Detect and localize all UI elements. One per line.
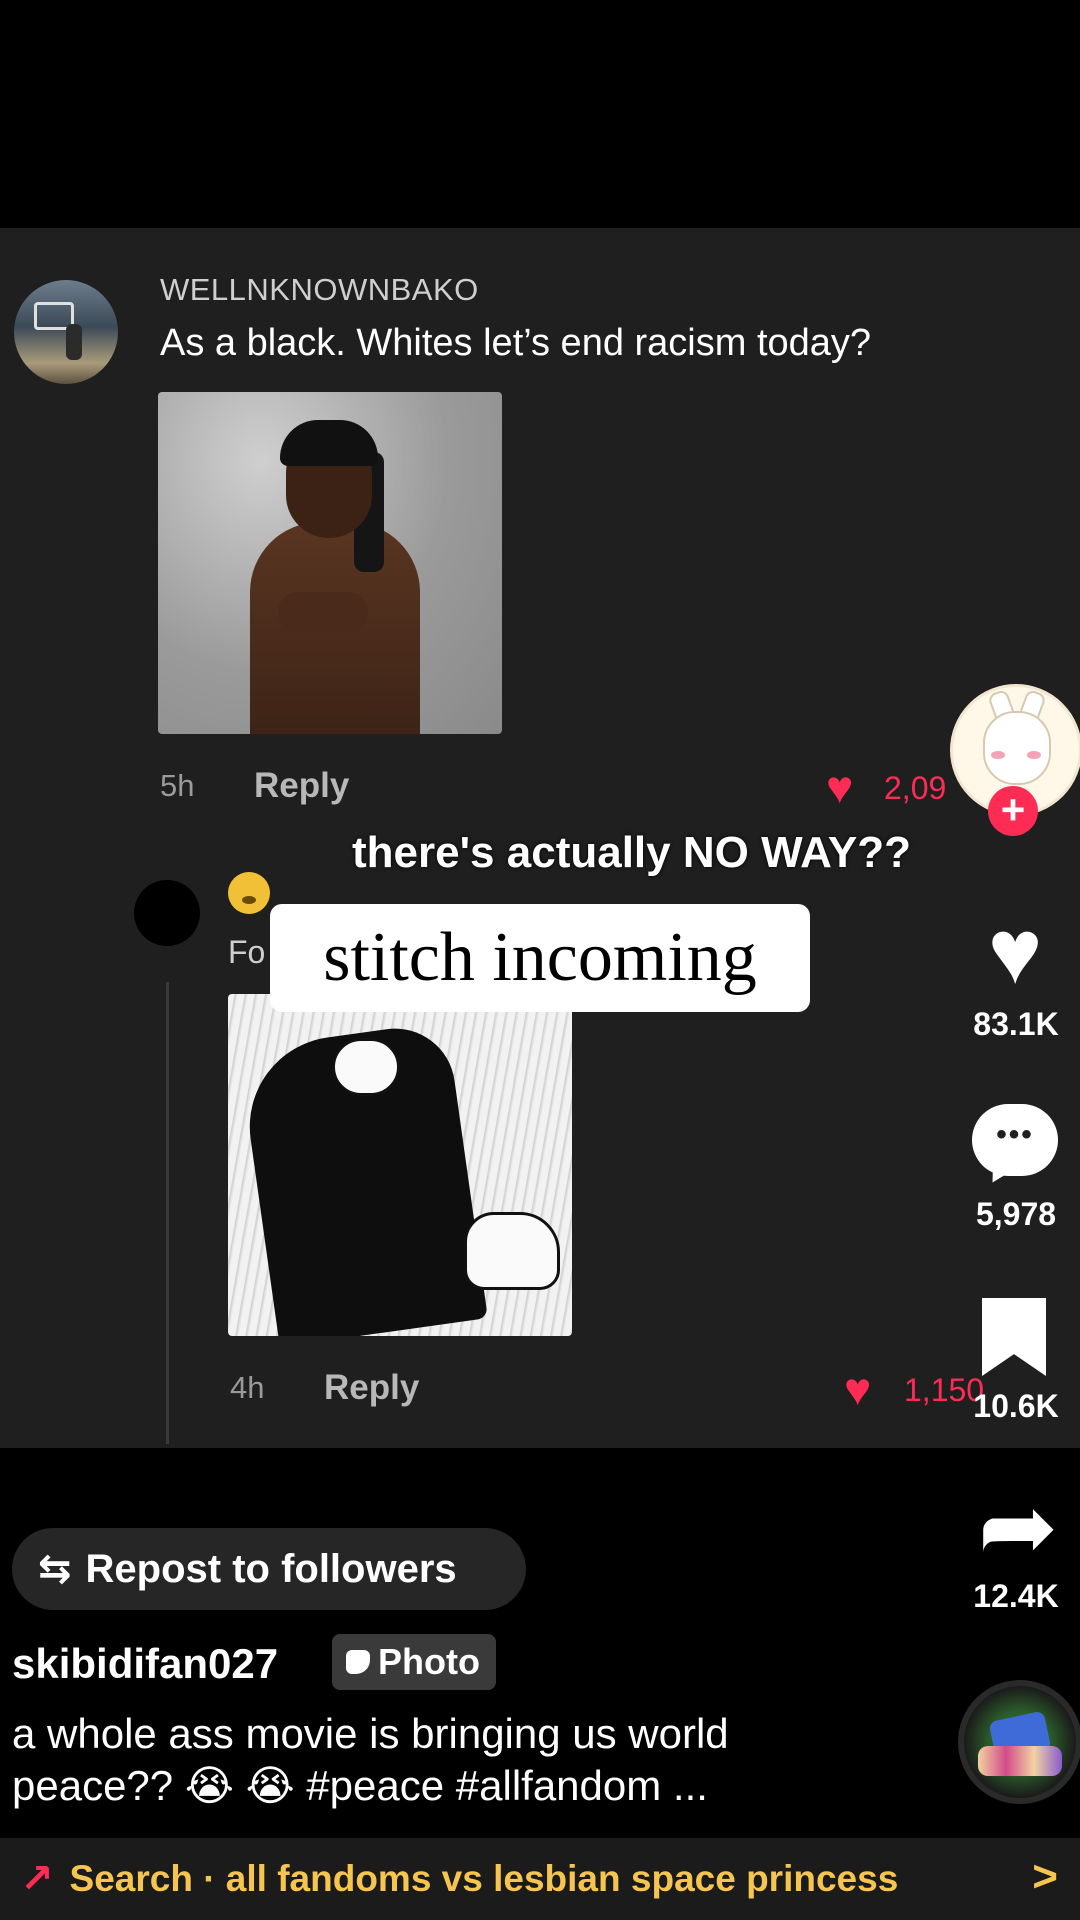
share-count: 12.4K bbox=[973, 1578, 1059, 1614]
repost-icon: ⇆ bbox=[38, 1547, 72, 1591]
emoji-face-icon bbox=[228, 872, 270, 914]
search-suggestion-bar[interactable]: ↗ Search · all fandoms vs lesbian space … bbox=[0, 1838, 1080, 1920]
reply-timestamp: 4h bbox=[230, 1370, 265, 1405]
comment-timestamp: 5h bbox=[160, 768, 195, 803]
trending-icon: ↗ bbox=[20, 1857, 54, 1901]
photo-badge-icon bbox=[346, 1650, 370, 1674]
share-arrow-icon[interactable]: ➦ bbox=[968, 1480, 1068, 1576]
repost-label: Repost to followers bbox=[85, 1546, 457, 1591]
comment-like-icon[interactable]: ♥ bbox=[826, 764, 853, 810]
comment-count: 5,978 bbox=[975, 1196, 1057, 1232]
reply-photo[interactable] bbox=[228, 994, 572, 1336]
reply-commenter-avatar[interactable] bbox=[134, 880, 200, 946]
reply-thread-line bbox=[166, 982, 169, 1444]
photo-badge: Photo bbox=[332, 1634, 496, 1690]
like-count: 83.1K bbox=[973, 1006, 1059, 1042]
photo-arm bbox=[278, 592, 368, 632]
photo-badge-label: Photo bbox=[378, 1641, 480, 1682]
comment-dots: ••• bbox=[996, 1118, 1034, 1151]
repost-button[interactable]: ⇆ Repost to followers bbox=[12, 1528, 526, 1610]
reply-button[interactable]: Reply bbox=[254, 766, 349, 806]
bunny-cheek-graphic bbox=[1027, 751, 1041, 759]
comment-bubble-icon[interactable]: ••• bbox=[972, 1104, 1058, 1189]
chevron-right-icon: > bbox=[1032, 1852, 1058, 1901]
stitch-label: stitch incoming bbox=[323, 919, 757, 996]
music-disc-icon[interactable] bbox=[958, 1680, 1080, 1804]
commenter-avatar[interactable] bbox=[14, 280, 118, 384]
bunny-cheek-graphic bbox=[991, 751, 1005, 759]
reply-commenter-username[interactable]: Fo bbox=[228, 934, 265, 971]
search-suggestion-text: Search · all fandoms vs lesbian space pr… bbox=[69, 1858, 899, 1899]
reply-button[interactable]: Reply bbox=[324, 1368, 419, 1408]
disc-people-graphic bbox=[978, 1746, 1062, 1776]
follow-button[interactable]: + bbox=[988, 786, 1038, 836]
manga-face-graphic bbox=[332, 1038, 400, 1096]
comment-photo[interactable] bbox=[158, 392, 502, 734]
stitch-label-box: stitch incoming bbox=[270, 904, 810, 1012]
player-figure-graphic bbox=[66, 324, 82, 360]
bookmark-count: 10.6K bbox=[973, 1388, 1059, 1424]
commenter-username[interactable]: WELLNKNOWNBAKO bbox=[160, 272, 479, 308]
comment-like-count: 2,09 bbox=[884, 770, 947, 806]
comment-text: As a black. Whites let’s end racism toda… bbox=[160, 322, 872, 364]
post-author[interactable]: skibidifan027 bbox=[12, 1640, 278, 1688]
manga-hand-graphic bbox=[464, 1212, 560, 1290]
post-caption[interactable]: a whole ass movie is bringing us world p… bbox=[12, 1708, 872, 1812]
photo-durag bbox=[280, 420, 378, 466]
video-text-overlay: there's actually NO WAY?? bbox=[352, 828, 912, 877]
heart-icon[interactable]: ♥ bbox=[970, 906, 1060, 998]
reply-like-icon[interactable]: ♥ bbox=[844, 1366, 871, 1412]
bunny-face-graphic bbox=[983, 711, 1051, 785]
